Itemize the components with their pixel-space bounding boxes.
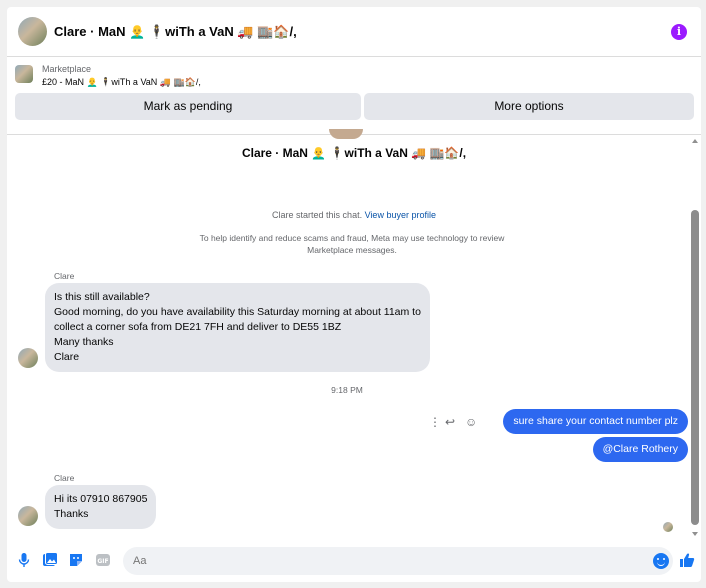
incoming-message[interactable]: Is this still available? Good morning, d… bbox=[45, 283, 430, 372]
message-input-box[interactable] bbox=[123, 547, 673, 575]
message-line: Hi its 07910 867905 bbox=[54, 493, 148, 505]
safety-notice: To help identify and reduce scams and fr… bbox=[199, 233, 505, 255]
thread-avatar bbox=[329, 129, 363, 139]
sender-name: Clare bbox=[54, 473, 75, 483]
react-icon[interactable]: ☺ bbox=[465, 415, 477, 429]
more-actions-icon[interactable]: ⋮ bbox=[429, 415, 441, 429]
message-line: Good morning, do you have availability t… bbox=[54, 306, 421, 318]
sender-avatar[interactable] bbox=[18, 348, 38, 368]
message-timestamp: 9:18 PM bbox=[331, 385, 363, 395]
gif-icon[interactable]: GIF bbox=[95, 552, 111, 568]
view-buyer-profile-link[interactable]: View buyer profile bbox=[365, 210, 436, 220]
contact-avatar[interactable] bbox=[18, 17, 47, 46]
message-thread: Clare · MaN 👨‍🦲 🕴️wiTh a VaN 🚚 🏬🏠/, Clar… bbox=[7, 129, 701, 540]
emoji-icon[interactable] bbox=[653, 553, 669, 569]
listing-thumbnail[interactable] bbox=[15, 65, 33, 83]
outgoing-message[interactable]: @Clare Rothery bbox=[592, 437, 688, 462]
incoming-message[interactable]: Hi its 07910 867905 Thanks bbox=[45, 485, 157, 529]
chat-started-text: Clare started this chat. bbox=[272, 210, 363, 220]
chat-started-notice: Clare started this chat. View buyer prof… bbox=[7, 210, 701, 220]
mark-as-pending-button[interactable]: Mark as pending bbox=[15, 93, 361, 120]
marketplace-listing: Marketplace £20 - MaN 👨‍🦲 🕴️wiTh a VaN 🚚… bbox=[7, 57, 701, 135]
message-line: collect a corner sofa from DE21 7FH and … bbox=[54, 321, 342, 333]
marketplace-label: Marketplace bbox=[42, 64, 92, 74]
message-line: Is this still available? bbox=[54, 291, 150, 303]
info-icon[interactable]: i bbox=[671, 24, 687, 40]
listing-title[interactable]: £20 - MaN 👨‍🦲 🕴️wiTh a VaN 🚚 🏬🏠/, bbox=[42, 77, 201, 88]
contact-name[interactable]: Clare · MaN 👨‍🦲 🕴️wiTh a VaN 🚚 🏬🏠/, bbox=[54, 24, 297, 40]
sender-avatar[interactable] bbox=[18, 506, 38, 526]
thumbs-up-icon[interactable] bbox=[679, 552, 695, 568]
scrollbar[interactable] bbox=[690, 135, 700, 540]
seen-indicator-avatar bbox=[663, 522, 673, 532]
scroll-thumb[interactable] bbox=[691, 210, 699, 525]
photo-icon[interactable] bbox=[42, 552, 58, 568]
microphone-icon[interactable] bbox=[16, 552, 32, 568]
message-composer: GIF bbox=[7, 540, 701, 582]
scroll-up-arrow[interactable] bbox=[692, 139, 698, 143]
message-actions: ⋮ ↩ ☺ bbox=[427, 415, 487, 429]
chat-window: Clare · MaN 👨‍🦲 🕴️wiTh a VaN 🚚 🏬🏠/, i Ma… bbox=[7, 7, 701, 582]
chat-header: Clare · MaN 👨‍🦲 🕴️wiTh a VaN 🚚 🏬🏠/, i bbox=[7, 7, 701, 57]
message-line: Many thanks bbox=[54, 336, 114, 348]
scroll-down-arrow[interactable] bbox=[692, 532, 698, 536]
sender-name: Clare bbox=[54, 271, 75, 281]
outgoing-message[interactable]: sure share your contact number plz bbox=[503, 409, 688, 434]
more-options-button[interactable]: More options bbox=[364, 93, 694, 120]
reply-icon[interactable]: ↩ bbox=[445, 415, 455, 429]
message-line: Clare bbox=[54, 351, 80, 363]
svg-text:GIF: GIF bbox=[97, 558, 108, 565]
message-line: Thanks bbox=[54, 508, 89, 520]
message-input[interactable] bbox=[123, 547, 623, 575]
thread-contact-name: Clare · MaN 👨‍🦲 🕴️wiTh a VaN 🚚 🏬🏠/, bbox=[241, 146, 467, 160]
sticker-icon[interactable] bbox=[68, 552, 84, 568]
